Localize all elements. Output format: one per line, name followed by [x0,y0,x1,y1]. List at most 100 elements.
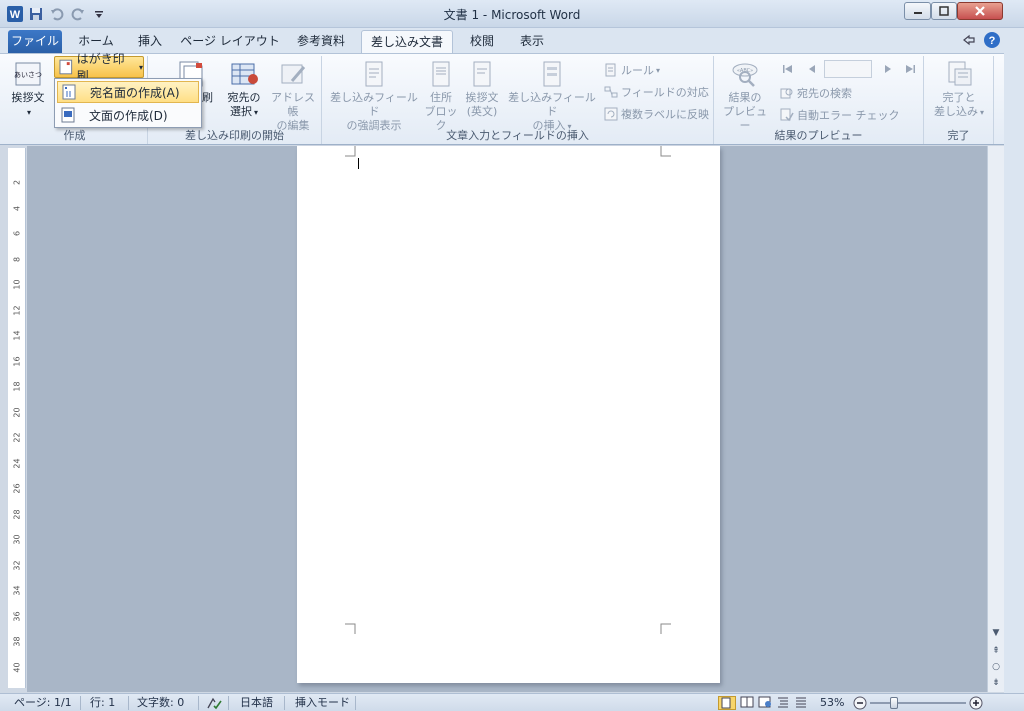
full-screen-reading-icon[interactable] [740,696,754,710]
group-preview-label: 結果のプレビュー [774,129,863,142]
insert-merge-field-button[interactable]: 差し込みフィールド の挿入 ▾ [506,59,598,134]
ruler-tick-label: 38 [12,636,22,647]
tab-view[interactable]: 表示 [512,30,552,53]
first-record-icon[interactable] [782,63,794,78]
status-word-count[interactable]: 文字数: 0 [137,696,184,710]
minimize-ribbon-icon[interactable] [962,33,976,50]
tab-insert[interactable]: 挿入 [130,30,170,53]
print-layout-view-icon[interactable] [718,696,736,710]
update-labels-icon [604,107,618,121]
zoom-level[interactable]: 53% [820,696,844,710]
minimize-button[interactable] [904,2,931,20]
next-page-icon[interactable]: ⇟ [989,676,1003,690]
tab-mailings[interactable]: 差し込み文書 [361,30,453,53]
edit-recipient-list-label-1: アドレス帳 [271,91,315,118]
zoom-slider-track[interactable] [870,702,966,704]
draft-view-icon[interactable] [794,696,808,710]
ruler-tick-label: 6 [12,230,22,237]
greeting-letter-button[interactable]: あいさつ 挨拶文 ▾ [8,59,48,120]
greeting-line-label-1: 挨拶文 [465,91,499,104]
next-record-icon[interactable] [882,63,894,78]
greeting-letter-label: 挨拶文 [11,91,45,104]
last-record-icon[interactable] [904,63,916,78]
insert-merge-field-label-1: 差し込みフィールド [508,91,596,118]
ruler-tick-label: 8 [12,256,22,262]
help-icon[interactable]: ? [983,31,1001,52]
address-block-label-1: 住所 [430,91,452,104]
margin-corner-top-left [345,146,356,157]
status-page[interactable]: ページ: 1/1 [14,696,72,710]
rules-icon [605,63,616,77]
svg-text:?: ? [989,35,996,47]
outline-view-icon[interactable] [776,696,790,710]
status-language[interactable]: 日本語 [240,696,273,710]
dropdown-arrow-icon: ▾ [26,108,31,117]
tab-references[interactable]: 参考資料 [288,30,354,53]
tab-file[interactable]: ファイル [8,30,62,53]
scroll-down-arrow-icon[interactable]: ▼ [989,626,1003,640]
select-browse-object-icon[interactable]: ○ [989,660,1003,674]
select-recipients-button[interactable]: 宛先の 選択 ▾ [224,59,264,120]
highlight-merge-fields-button[interactable]: 差し込みフィールド の強調表示 [328,59,420,133]
insert-merge-field-icon [543,61,561,87]
check-errors-icon [780,108,794,122]
finish-merge-button[interactable]: 完了と 差し込み ▾ [928,59,990,120]
zoom-slider-handle[interactable] [890,697,898,709]
match-fields-label: フィールドの対応 [621,86,709,99]
greeting-line-label-2: (英文) [466,105,498,118]
maximize-button[interactable] [931,2,957,20]
vertical-ruler[interactable]: 2 4 6 8 10 12 14 16 18 20 22 24 26 28 30 32 34 36 38 40 [8,148,26,688]
zoom-out-icon[interactable] [853,696,867,710]
find-recipient-icon [780,88,793,99]
menu-create-address-side[interactable]: 宛名面の作成(A) [57,81,199,103]
menu-create-body-side[interactable]: 文面の作成(D) [57,104,199,126]
auto-check-errors-button[interactable]: 自動エラー チェック [780,105,900,125]
margin-corner-bottom-right [660,623,671,634]
text-cursor [358,158,359,169]
address-block-button[interactable]: 住所 ブロック [422,59,460,133]
update-labels-button[interactable]: 複数ラベルに反映 [604,104,709,124]
close-button[interactable] [957,2,1003,20]
previous-page-icon[interactable]: ⇞ [989,644,1003,658]
vertical-scrollbar[interactable]: ▼ ⇞ ○ ⇟ [987,146,1004,692]
edit-recipient-list-button[interactable]: アドレス帳 の編集 [266,59,320,133]
postcard-icon [59,59,73,75]
tab-review[interactable]: 校閲 [462,30,502,53]
group-fields-label: 文章入力とフィールドの挿入 [446,129,589,142]
ruler-tick-label: 2 [12,179,22,186]
zoom-in-icon[interactable] [969,696,983,710]
hagaki-print-button[interactable]: はがき印刷 ▾ [54,52,144,83]
tab-page-layout[interactable]: ページ レイアウト [180,30,280,53]
find-recipient-label: 宛先の検索 [797,87,852,100]
proofing-icon[interactable] [206,696,222,710]
highlight-fields-icon [365,61,383,87]
record-number-input[interactable] [824,60,872,78]
ruler-tick-label: 30 [12,534,22,545]
margin-corner-top-right [660,146,671,157]
match-fields-button[interactable]: フィールドの対応 [604,82,709,102]
window-title: 文書 1 - Microsoft Word [443,8,581,22]
find-recipient-button[interactable]: 宛先の検索 [780,83,852,103]
group-preview-results: «ABC» 結果の プレビュー 宛先の検索 自動エラー チェック 結果のプレビュ… [714,56,924,144]
hagaki-dropdown-menu: 宛名面の作成(A) 文面の作成(D) [54,78,202,128]
preview-results-button[interactable]: «ABC» 結果の プレビュー [718,59,772,133]
match-fields-icon [604,86,618,98]
ruler-tick-label: 28 [12,508,22,520]
dropdown-arrow-icon: ▾ [138,62,143,72]
ruler-tick-label: 14 [12,330,22,341]
status-line[interactable]: 行: 1 [90,696,115,710]
status-insert-mode[interactable]: 挿入モード [295,696,350,710]
update-labels-label: 複数ラベルに反映 [621,108,709,121]
rules-button[interactable]: ルール ▾ [604,60,660,80]
group-create-label: 作成 [63,129,86,142]
group-finish: 完了と 差し込み ▾ 完了 [924,56,994,144]
group-finish-label: 完了 [947,129,970,142]
web-layout-icon[interactable] [758,696,772,710]
highlight-fields-label-1: 差し込みフィールド [330,91,418,118]
title-bar: W 文書 1 - Microsoft Word [0,0,1024,28]
document-page[interactable] [297,146,720,683]
greeting-line-button[interactable]: 挨拶文 (英文) [462,59,502,119]
ruler-tick-label: 36 [12,610,22,622]
auto-check-errors-label: 自動エラー チェック [797,109,900,122]
previous-record-icon[interactable] [806,63,818,78]
